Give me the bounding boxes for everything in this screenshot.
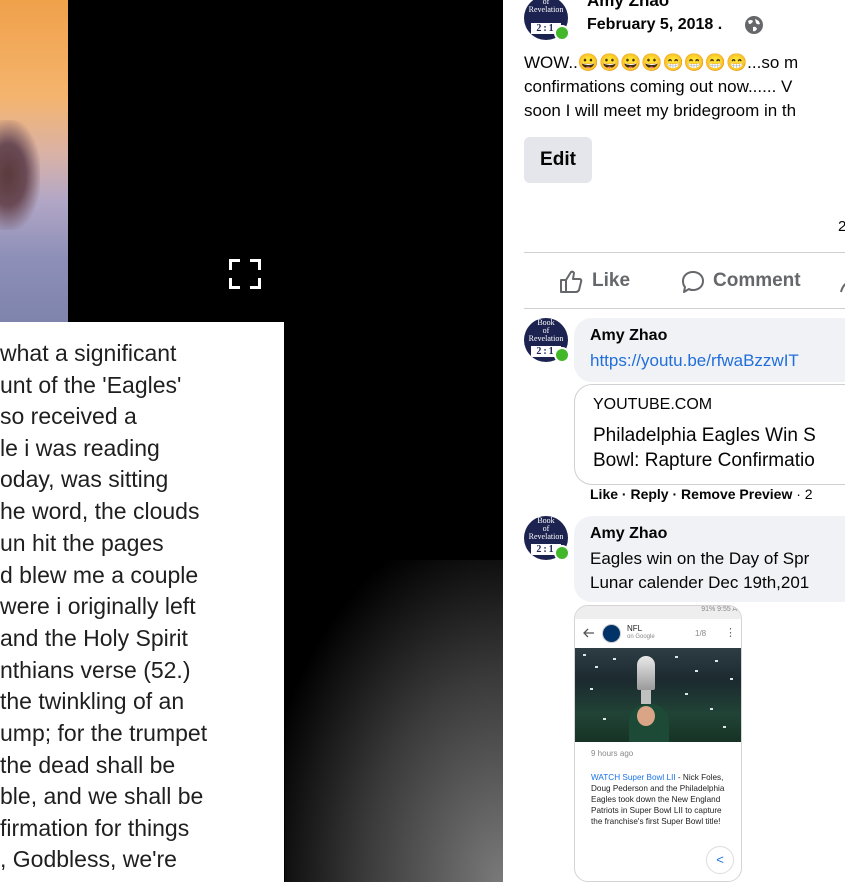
preview-domain: YOUTUBE.COM xyxy=(593,396,713,413)
more-icon[interactable]: ⋮ xyxy=(725,626,736,639)
comment-like-link[interactable]: Like xyxy=(590,486,618,502)
share-icon[interactable] xyxy=(839,272,845,296)
post-text-line: soon I will meet my bridegroom in th xyxy=(524,101,797,120)
link-preview-card[interactable]: YOUTUBE.COM Philadelphia Eagles Win S Bo… xyxy=(574,384,845,485)
caption-line: he word, the clouds xyxy=(0,498,200,524)
post-date[interactable]: February 5, 2018 . xyxy=(587,16,722,34)
divider xyxy=(524,308,845,309)
caption-line: d blew me a couple xyxy=(0,562,199,588)
preview-title-line: Philadelphia Eagles Win S xyxy=(593,425,816,446)
time-ago: 9 hours ago xyxy=(591,749,634,758)
comment-time[interactable]: 2 xyxy=(805,486,813,502)
caption-line: le i was reading xyxy=(0,435,160,461)
caption-line: un hit the pages xyxy=(0,530,164,556)
caption-line: the twinkling of an xyxy=(0,688,185,714)
source-sub: on Google xyxy=(627,634,655,640)
facebook-post: of Revelation 2:1 Amy Zhao February 5, 2… xyxy=(503,0,845,882)
caption-line: the dead shall be xyxy=(0,752,176,778)
source-name: NFL xyxy=(627,624,643,633)
nfl-logo-icon xyxy=(602,624,621,643)
video-caption: what a significant unt of the 'Eagles' s… xyxy=(0,322,284,882)
caption-line: oday, was sitting xyxy=(0,466,169,492)
pager: 1/8 xyxy=(695,629,707,638)
comment-author[interactable]: Amy Zhao xyxy=(590,525,667,543)
reaction-count[interactable]: 2 xyxy=(838,218,845,235)
caption-line: were i originally left xyxy=(0,593,196,619)
preview-title-line: Bowl: Rapture Confirmatio xyxy=(593,450,815,471)
article-text: WATCH Super Bowl LII - Nick Foles, Doug … xyxy=(591,773,725,826)
online-indicator xyxy=(554,347,570,363)
post-text-line: confirmations coming out now...... V xyxy=(524,77,793,96)
like-icon xyxy=(560,270,583,293)
comment-icon xyxy=(682,271,704,293)
comment-author[interactable]: Amy Zhao xyxy=(590,327,667,345)
caption-line: ump; for the trumpet xyxy=(0,720,208,746)
caption-line: so received a xyxy=(0,403,137,429)
share-icon[interactable]: < xyxy=(706,846,734,874)
comment-text-line: Lunar calender Dec 19th,201 xyxy=(590,573,810,592)
attached-screenshot[interactable]: 91% 9:55 A NFL on Google 1/8 ⋮ 9 hours a… xyxy=(574,605,742,882)
fullscreen-icon[interactable] xyxy=(229,259,261,289)
avatar[interactable]: Book of Revelation 2:1 xyxy=(524,516,570,561)
avatar[interactable]: Book of Revelation 2:1 xyxy=(524,318,570,363)
post-author[interactable]: Amy Zhao xyxy=(587,0,669,11)
background-gradient xyxy=(285,560,503,882)
caption-line: ble, and we shall be xyxy=(0,783,204,809)
comment-bubble: Amy Zhao https://youtu.be/rfwaBzzwIT xyxy=(574,318,845,382)
caption-line: nthians verse (52.) xyxy=(0,657,191,683)
caption-line: what a significant xyxy=(0,340,177,366)
post-text-line: WOW..😀😀😀😀😁😁😁😁...so m xyxy=(524,53,799,72)
back-arrow-icon xyxy=(583,628,594,638)
comment-link[interactable]: https://youtu.be/rfwaBzzwIT xyxy=(590,351,799,371)
avatar[interactable]: of Revelation 2:1 xyxy=(524,0,570,41)
video-subject xyxy=(0,120,40,230)
caption-line: , Godbless, we're xyxy=(0,846,177,872)
caption-line: firmation for things xyxy=(0,815,190,841)
superbowl-photo xyxy=(575,648,741,742)
online-indicator xyxy=(554,25,570,41)
online-indicator xyxy=(554,545,570,561)
remove-preview-link[interactable]: Remove Preview xyxy=(681,486,792,502)
comment-text-line: Eagles win on the Day of Spr xyxy=(590,549,810,568)
caption-line: and the Holy Spirit xyxy=(0,625,188,651)
comment-bubble: Amy Zhao Eagles win on the Day of Spr Lu… xyxy=(574,516,845,602)
edit-button[interactable]: Edit xyxy=(524,137,592,183)
phone-status-bar: 91% 9:55 A xyxy=(575,606,741,619)
divider xyxy=(524,252,845,253)
comment-reply-link[interactable]: Reply xyxy=(630,486,668,502)
comment-meta: Like · Reply · Remove Preview · 2 xyxy=(590,486,813,502)
globe-icon xyxy=(745,16,763,34)
article-link[interactable]: WATCH Super Bowl LII xyxy=(591,773,676,782)
caption-line: unt of the 'Eagles' xyxy=(0,372,182,398)
video-frame[interactable] xyxy=(0,0,68,322)
video-panel: what a significant unt of the 'Eagles' s… xyxy=(0,0,503,882)
